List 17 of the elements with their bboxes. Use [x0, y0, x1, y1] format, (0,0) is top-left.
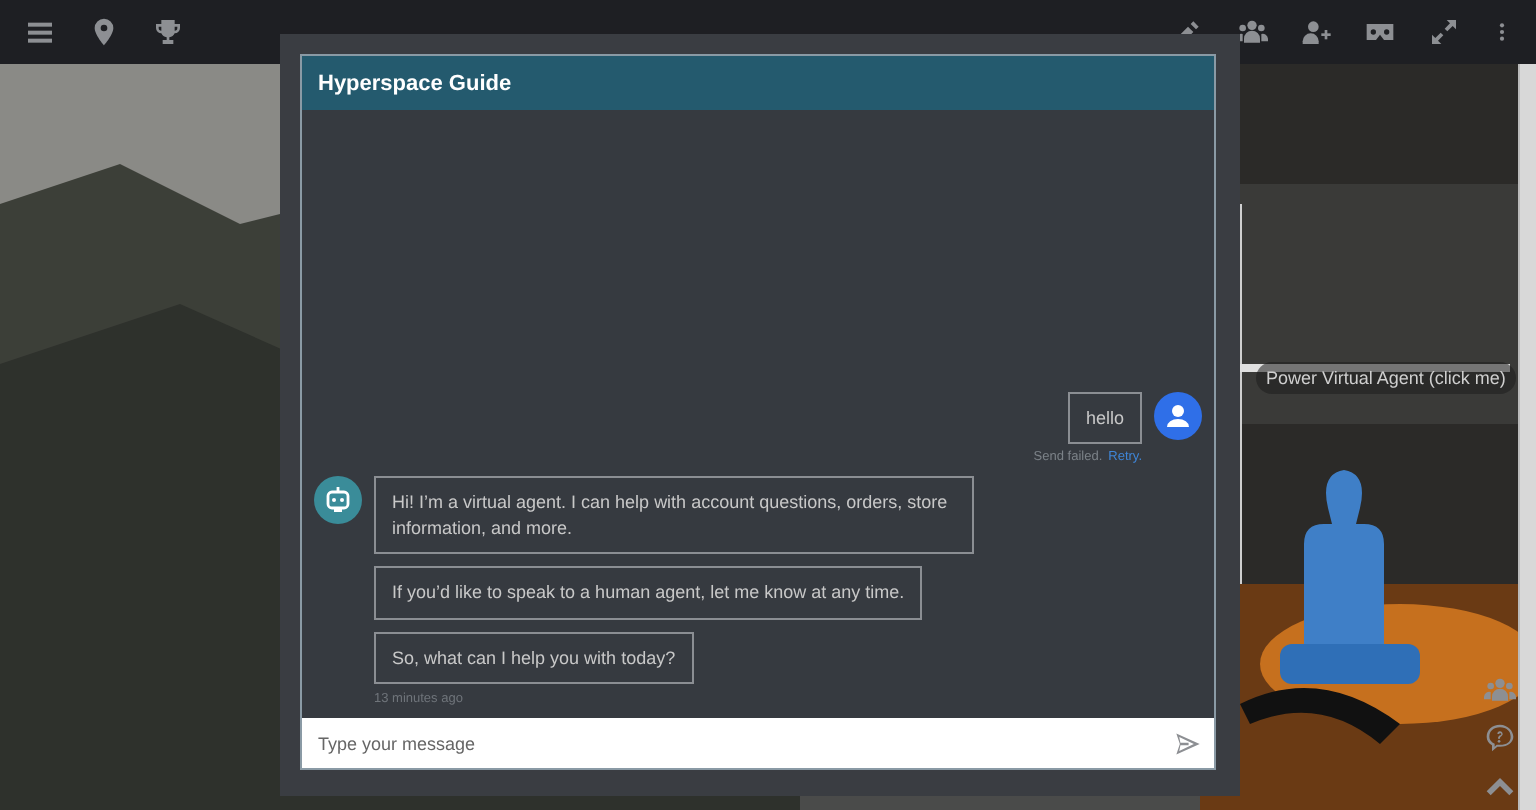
user-avatar-icon [1154, 391, 1202, 439]
group-icon[interactable] [1484, 674, 1516, 706]
send-icon[interactable] [1174, 729, 1202, 757]
trophy-icon[interactable] [152, 16, 184, 48]
bot-message: Hi! I’m a virtual agent. I can help with account questions, orders, store information, and more. [374, 476, 974, 554]
expand-icon[interactable] [1428, 16, 1460, 48]
scrollbar[interactable] [1518, 64, 1536, 810]
bot-message: So, what can I help you with today? [374, 631, 694, 684]
add-user-icon[interactable] [1300, 16, 1332, 48]
help-icon[interactable] [1484, 722, 1516, 754]
group-icon[interactable] [1236, 16, 1268, 48]
agent-label[interactable]: Power Virtual Agent (click me) [1256, 362, 1516, 394]
bot-avatar-icon [314, 476, 362, 524]
dialog-title: Hyperspace Guide [318, 71, 512, 95]
message-input[interactable]: Type your message [302, 718, 1214, 768]
user-message: hello [1067, 391, 1142, 444]
bot-message: If you’d like to speak to a human agent, let me know at any time. [374, 566, 923, 619]
